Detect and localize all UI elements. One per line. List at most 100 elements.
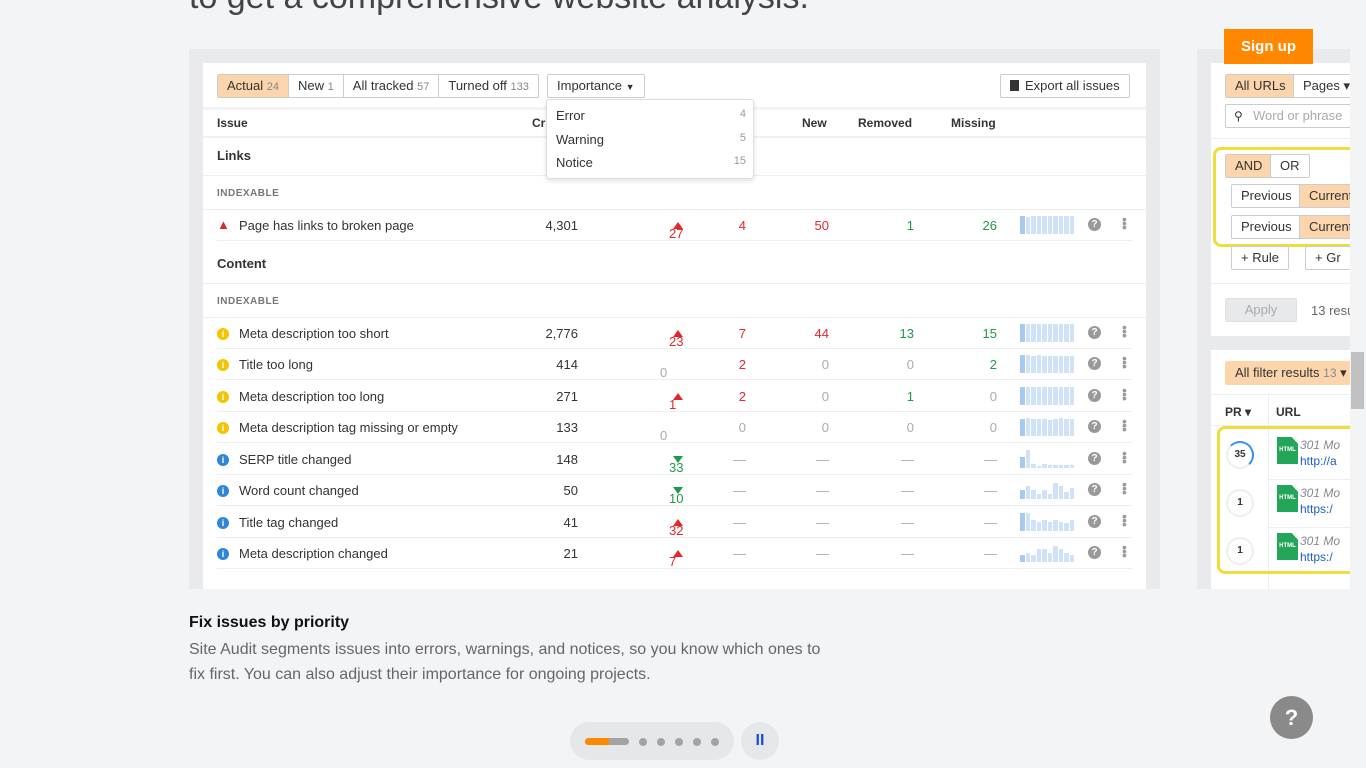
previous-toggle[interactable]: Previous	[1231, 184, 1302, 208]
apply-button[interactable]: Apply	[1225, 298, 1297, 322]
issue-name[interactable]: Meta description too long	[239, 389, 384, 404]
sparkline-bar	[1053, 519, 1058, 531]
sparkline-bar	[1047, 387, 1052, 405]
removed-value: 1	[906, 388, 914, 404]
issue-name[interactable]: Meta description changed	[239, 546, 388, 561]
table-row[interactable]: i Meta description too long 271 1 2 0 1 0? • • •	[217, 381, 1132, 412]
tab-actual[interactable]: Actual 24	[218, 75, 290, 97]
issue-name[interactable]: Meta description too short	[239, 326, 389, 341]
tab-new[interactable]: New 1	[289, 75, 344, 97]
menu-item-notice[interactable]: Notice 15	[556, 155, 746, 170]
export-button[interactable]: Export all issues	[1000, 74, 1130, 98]
tab-label: All tracked	[352, 78, 414, 93]
header-missing: Missing	[951, 116, 996, 130]
more-menu-icon[interactable]: • • •	[1122, 509, 1127, 531]
help-icon[interactable]: ?	[1088, 357, 1101, 370]
current-toggle-2[interactable]: Current	[1299, 215, 1352, 239]
change-number: 27	[669, 226, 684, 241]
search-input[interactable]: Word or phrase	[1225, 104, 1352, 128]
sparkline-bar	[1053, 355, 1058, 373]
sparkline-bar	[1025, 216, 1030, 234]
feature-title: Fix issues by priority	[189, 614, 350, 631]
current-toggle[interactable]: Current	[1299, 184, 1352, 208]
help-icon[interactable]: ?	[1088, 546, 1101, 559]
table-row[interactable]: i SERP title changed 148 33 — — — —? • • •	[217, 444, 1132, 475]
url-link[interactable]: https:/	[1300, 550, 1333, 564]
more-menu-icon[interactable]: • • •	[1122, 320, 1127, 342]
table-row[interactable]: i Meta description too short 2,776 23 7 44 13 1…	[217, 318, 1132, 349]
issue-name[interactable]: Page has links to broken page	[239, 218, 414, 233]
previous-toggle-2[interactable]: Previous	[1231, 215, 1302, 239]
missing-value: 0	[989, 388, 997, 404]
filter-results-dropdown[interactable]: All filter results 13 ▾	[1225, 361, 1352, 385]
table-row[interactable]: i Word count changed 50 10 — — — —? • • •	[217, 475, 1132, 506]
url-link[interactable]: https:/	[1300, 502, 1333, 516]
new-value: 0	[821, 357, 829, 372]
more-menu-icon[interactable]: • • •	[1122, 212, 1127, 234]
more-menu-icon[interactable]: • • •	[1122, 446, 1127, 468]
table-row[interactable]: i Meta description changed 21 7 — — — —? • • •	[217, 538, 1132, 569]
more-menu-icon[interactable]: • • •	[1122, 540, 1127, 562]
notice-icon: i	[217, 453, 229, 466]
pause-button[interactable]: II	[741, 722, 779, 760]
change-value: 33	[669, 452, 683, 475]
help-icon[interactable]: ?	[1088, 451, 1101, 465]
more-menu-icon[interactable]: • • •	[1122, 351, 1127, 373]
sparkline-bar	[1036, 216, 1041, 234]
help-icon[interactable]: ?	[1088, 420, 1101, 433]
help-icon[interactable]: ?	[1088, 483, 1101, 496]
carousel-dot[interactable]	[693, 738, 701, 746]
added-value: —	[733, 451, 746, 467]
help-icon[interactable]: ?	[1088, 514, 1101, 528]
sparkline-bar	[1042, 324, 1047, 342]
sparkline-bar	[1020, 386, 1025, 405]
importance-dropdown[interactable]: Importance ▼	[547, 74, 645, 98]
pages-dropdown[interactable]: Pages ▾	[1293, 74, 1352, 98]
help-icon[interactable]: ?	[1088, 325, 1101, 339]
sparkline-bar	[1053, 465, 1058, 468]
header-new: New	[802, 116, 827, 130]
or-toggle[interactable]: OR	[1270, 154, 1310, 178]
url-link[interactable]: http://a	[1300, 454, 1337, 468]
more-menu-icon[interactable]: • • •	[1122, 477, 1127, 499]
tab-turned-off[interactable]: Turned off 133	[439, 75, 538, 97]
menu-item-warning[interactable]: Warning 5	[556, 132, 746, 147]
help-icon[interactable]: ?	[1088, 388, 1101, 402]
removed-value: 0	[906, 420, 914, 435]
and-toggle[interactable]: AND	[1225, 154, 1273, 178]
issue-name[interactable]: Word count changed	[239, 483, 359, 498]
add-rule-button[interactable]: + Rule	[1231, 246, 1289, 270]
sparkline-bar	[1069, 519, 1074, 531]
carousel-dot[interactable]	[675, 738, 683, 746]
help-icon[interactable]: ?	[1088, 218, 1101, 231]
table-row[interactable]: i Meta description tag missing or empty 13…	[217, 412, 1132, 443]
carousel-dot[interactable]	[639, 738, 647, 746]
carousel-dot[interactable]	[657, 738, 665, 746]
issue-name[interactable]: Meta description tag missing or empty	[239, 420, 458, 435]
scrollbar-thumb[interactable]	[1351, 352, 1364, 409]
progress-fill	[585, 738, 610, 745]
issue-name[interactable]: SERP title changed	[239, 452, 352, 467]
change-value: 1	[669, 389, 683, 412]
pr-header[interactable]: PR ▾	[1225, 405, 1251, 419]
sparkline-bar	[1053, 482, 1058, 499]
sparkline-bar	[1069, 465, 1074, 468]
issue-name[interactable]: Title tag changed	[239, 515, 338, 530]
all-urls-tab[interactable]: All URLs	[1225, 74, 1296, 98]
sign-up-button[interactable]: Sign up	[1224, 29, 1313, 64]
issue-name[interactable]: Title too long	[239, 357, 313, 372]
tab-all-tracked[interactable]: All tracked 57	[344, 75, 440, 97]
sparkline-bar	[1036, 386, 1041, 405]
removed-value: —	[901, 451, 914, 467]
add-group-button[interactable]: + Gr	[1305, 246, 1351, 270]
sparkline-bar	[1047, 419, 1052, 436]
carousel-dot[interactable]	[711, 738, 719, 746]
table-row[interactable]: i Title too long 414 0 2 0 0 2? • • •	[217, 349, 1132, 380]
sparkline-bar	[1031, 386, 1036, 405]
menu-item-error[interactable]: Error 4	[556, 108, 746, 123]
table-row[interactable]: ▲ Page has links to broken page 4,301 27 4 50…	[217, 210, 1132, 241]
more-menu-icon[interactable]: • • •	[1122, 383, 1127, 405]
table-row[interactable]: i Title tag changed 41 32 — — — —? • • •	[217, 507, 1132, 538]
more-menu-icon[interactable]: • • •	[1122, 414, 1127, 436]
help-button[interactable]: ?	[1270, 696, 1313, 739]
